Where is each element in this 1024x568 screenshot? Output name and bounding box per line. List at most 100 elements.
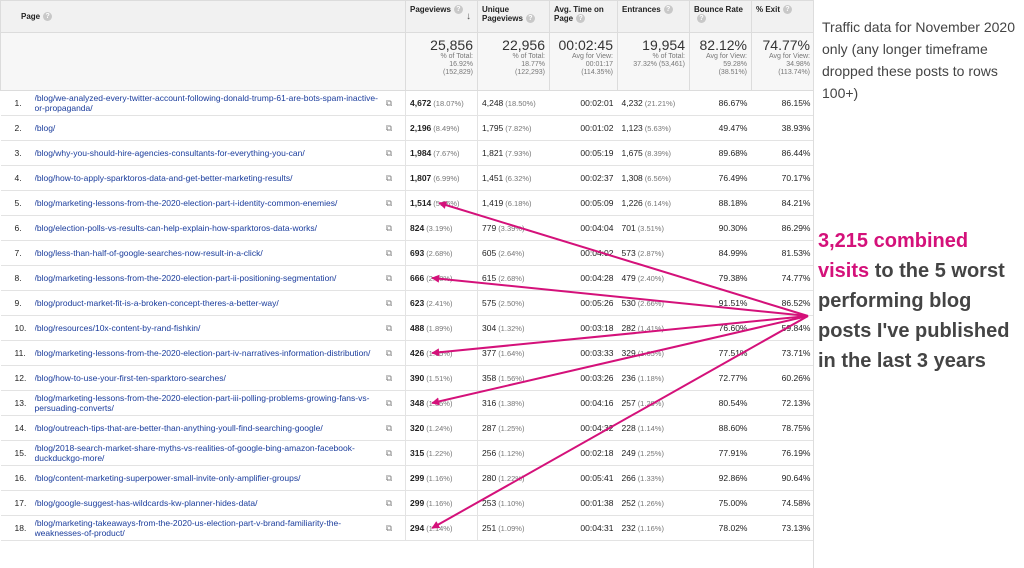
totals-sub: (114.35%) [581, 69, 613, 76]
totals-sub: (113.74%) [778, 69, 810, 76]
cell-unique: 1,821 (7.93%) [477, 140, 550, 166]
bounce-value: 49.47% [718, 123, 748, 133]
cell-entrances: 479 (2.40%) [617, 265, 690, 291]
table-row[interactable]: 15. /blog/2018-search-market-share-myths-… [0, 440, 813, 466]
page-path-link[interactable]: /blog/marketing-lessons-from-the-2020-el… [35, 273, 384, 283]
open-in-new-icon[interactable]: ⧉ [383, 98, 395, 109]
page-path-link[interactable]: /blog/marketing-lessons-from-the-2020-el… [35, 348, 384, 358]
entrances-value: 4,232 [621, 98, 643, 108]
help-icon[interactable]: ? [697, 14, 706, 24]
table-row[interactable]: 6. /blog/election-polls-vs-results-can-he… [0, 215, 813, 241]
table-row[interactable]: 4. /blog/how-to-apply-sparktoros-data-and… [0, 165, 813, 191]
page-path-link[interactable]: /blog/content-marketing-superpower-small… [35, 473, 384, 483]
col-header-avg-time[interactable]: Avg. Time on Page? [549, 0, 618, 33]
cell-entrances: 4,232 (21.21%) [617, 90, 690, 116]
totals-sub: Avg for View: [706, 53, 747, 60]
help-icon[interactable]: ? [525, 14, 535, 24]
page-path-link[interactable]: /blog/ [35, 123, 384, 133]
help-icon[interactable]: ? [576, 14, 586, 24]
cell-entrances: 530 (2.66%) [617, 290, 690, 316]
open-in-new-icon[interactable]: ⧉ [383, 198, 395, 209]
cell-page: 9. /blog/product-market-fit-is-a-broken-c… [0, 290, 406, 316]
open-in-new-icon[interactable]: ⧉ [383, 173, 395, 184]
open-in-new-icon[interactable]: ⧉ [383, 423, 395, 434]
unique-pct: (1.09%) [498, 524, 525, 533]
page-path-link[interactable]: /blog/2018-search-market-share-myths-vs-… [35, 443, 384, 463]
cell-bounce: 75.00% [689, 490, 752, 516]
sort-desc-arrow-icon[interactable]: ↓ [466, 11, 471, 22]
help-icon[interactable]: ? [663, 5, 673, 15]
cell-exit: 90.64% [751, 465, 813, 491]
open-in-new-icon[interactable]: ⧉ [383, 448, 395, 459]
analytics-table: Page? Pageviews? ↓ Unique Pageviews? Avg.… [0, 0, 813, 541]
open-in-new-icon[interactable]: ⧉ [383, 123, 395, 134]
cell-entrances: 1,675 (8.39%) [617, 140, 690, 166]
table-row[interactable]: 5. /blog/marketing-lessons-from-the-2020-… [0, 190, 813, 216]
entrances-pct: (5.63%) [644, 124, 672, 133]
col-header-bounce-rate[interactable]: Bounce Rate? [689, 0, 752, 33]
unique-pct: (1.10%) [498, 499, 525, 508]
cell-exit: 73.71% [751, 340, 813, 366]
table-row[interactable]: 9. /blog/product-market-fit-is-a-broken-c… [0, 290, 813, 316]
page-path-link[interactable]: /blog/product-market-fit-is-a-broken-con… [35, 298, 384, 308]
page-path-link[interactable]: /blog/we-analyzed-every-twitter-account-… [35, 93, 384, 113]
open-in-new-icon[interactable]: ⧉ [383, 398, 395, 409]
help-icon[interactable]: ? [43, 12, 53, 22]
unique-value: 4,248 [482, 98, 504, 108]
open-in-new-icon[interactable]: ⧉ [383, 323, 395, 334]
cell-bounce: 80.54% [689, 390, 752, 416]
avg-time-value: 00:01:02 [580, 123, 614, 133]
table-row[interactable]: 16. /blog/content-marketing-superpower-sm… [0, 465, 813, 491]
help-icon[interactable]: ? [453, 5, 463, 15]
unique-pct: (1.38%) [498, 399, 525, 408]
table-row[interactable]: 1. /blog/we-analyzed-every-twitter-accoun… [0, 90, 813, 116]
bounce-value: 92.86% [718, 473, 748, 483]
table-row[interactable]: 7. /blog/less-than-half-of-google-searche… [0, 240, 813, 266]
col-header-pageviews[interactable]: Pageviews? ↓ [405, 0, 478, 33]
col-header-entrances[interactable]: Entrances? [617, 0, 690, 33]
table-row[interactable]: 2./blog/⧉ 2,196 (8.49%) 1,795 (7.82%) 00:01:0… [0, 115, 813, 141]
table-row[interactable]: 10. /blog/resources/10x-content-by-rand-f… [0, 315, 813, 341]
col-header-exit[interactable]: % Exit? [751, 0, 813, 33]
cell-avg-time: 00:01:38 [549, 490, 618, 516]
open-in-new-icon[interactable]: ⧉ [383, 473, 395, 484]
page-path-link[interactable]: /blog/why-you-should-hire-agencies-consu… [35, 148, 384, 158]
page-path-link[interactable]: /blog/how-to-apply-sparktoros-data-and-g… [35, 173, 384, 183]
col-header-unique-pageviews[interactable]: Unique Pageviews? [477, 0, 550, 33]
open-in-new-icon[interactable]: ⧉ [383, 498, 395, 509]
table-row[interactable]: 12. /blog/how-to-use-your-first-ten-spark… [0, 365, 813, 391]
open-in-new-icon[interactable]: ⧉ [383, 223, 395, 234]
totals-sub: (122,293) [515, 69, 545, 76]
open-in-new-icon[interactable]: ⧉ [383, 248, 395, 259]
page-path-link[interactable]: /blog/marketing-lessons-from-the-2020-el… [35, 198, 384, 208]
table-row[interactable]: 11. /blog/marketing-lessons-from-the-2020… [0, 340, 813, 366]
col-header-label: % Exit [756, 5, 781, 14]
cell-entrances: 266 (1.33%) [617, 465, 690, 491]
open-in-new-icon[interactable]: ⧉ [383, 523, 395, 534]
open-in-new-icon[interactable]: ⧉ [383, 148, 395, 159]
open-in-new-icon[interactable]: ⧉ [383, 348, 395, 359]
page-path-link[interactable]: /blog/outreach-tips-that-are-better-than… [35, 423, 384, 433]
table-row[interactable]: 8. /blog/marketing-lessons-from-the-2020-… [0, 265, 813, 291]
open-in-new-icon[interactable]: ⧉ [383, 273, 395, 284]
entrances-value: 1,675 [621, 148, 643, 158]
cell-pageviews: 426 (1.65%) [405, 340, 478, 366]
help-icon[interactable]: ? [783, 5, 793, 15]
col-header-page[interactable]: Page? [0, 0, 406, 33]
open-in-new-icon[interactable]: ⧉ [383, 298, 395, 309]
row-number: 17. [14, 498, 27, 508]
page-path-link[interactable]: /blog/election-polls-vs-results-can-help… [35, 223, 384, 233]
table-row[interactable]: 17. /blog/google-suggest-has-wildcards-kw… [0, 490, 813, 516]
table-row[interactable]: 13. /blog/marketing-lessons-from-the-2020… [0, 390, 813, 416]
page-path-link[interactable]: /blog/marketing-lessons-from-the-2020-el… [35, 393, 384, 413]
page-path-link[interactable]: /blog/marketing-takeaways-from-the-2020-… [35, 518, 384, 538]
page-path-link[interactable]: /blog/google-suggest-has-wildcards-kw-pl… [35, 498, 384, 508]
row-number: 13. [14, 398, 27, 408]
page-path-link[interactable]: /blog/resources/10x-content-by-rand-fish… [35, 323, 384, 333]
open-in-new-icon[interactable]: ⧉ [383, 373, 395, 384]
page-path-link[interactable]: /blog/how-to-use-your-first-ten-sparktor… [35, 373, 384, 383]
page-path-link[interactable]: /blog/less-than-half-of-google-searches-… [35, 248, 384, 258]
table-row[interactable]: 3. /blog/why-you-should-hire-agencies-con… [0, 140, 813, 166]
table-row[interactable]: 14. /blog/outreach-tips-that-are-better-t… [0, 415, 813, 441]
table-row[interactable]: 18. /blog/marketing-takeaways-from-the-20… [0, 515, 813, 541]
